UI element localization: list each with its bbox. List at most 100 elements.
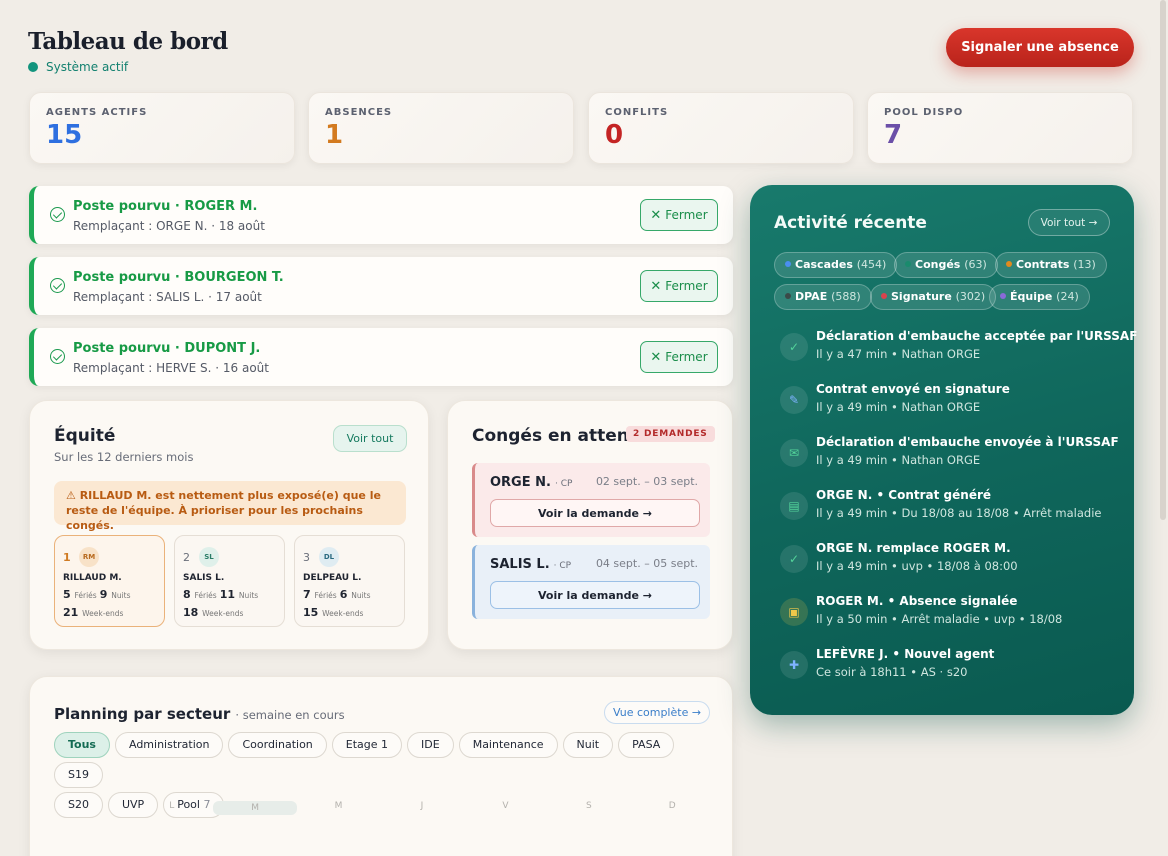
pending-leaves-card: Congés en attente 2 DEMANDES ORGE N. · CP… xyxy=(447,400,733,650)
document-icon: ▤ xyxy=(780,492,808,520)
agent-rank: 1 xyxy=(63,551,71,564)
sector-chip-tous[interactable]: Tous xyxy=(54,732,110,758)
activity-item[interactable]: ✓ Déclaration d'embauche acceptée par l'… xyxy=(780,329,1137,369)
equity-agent-card[interactable]: 2 SL SALIS L. 8 Fériés 11 Nuits 18 Week-en… xyxy=(174,535,285,627)
agent-stats-line1: 7 Fériés 6 Nuits xyxy=(303,588,396,601)
equity-subtitle: Sur les 12 derniers mois xyxy=(54,450,194,464)
agent-stats-line2: 18 Week-ends xyxy=(183,606,276,619)
avatar: RM xyxy=(79,546,99,567)
sector-chip-etage-1[interactable]: Etage 1 xyxy=(331,732,403,758)
sector-chip-nuit[interactable]: Nuit xyxy=(562,732,614,758)
kpi-label: CONFLITS xyxy=(605,107,669,118)
equity-agent-card[interactable]: 3 DL DELPEAU L. 7 Fériés 6 Nuits 15 Week-e… xyxy=(294,535,405,627)
filter-label: Congés xyxy=(915,258,961,271)
close-icon: ✕ xyxy=(650,278,662,294)
day-label: S xyxy=(585,801,592,811)
sector-chip-s19[interactable]: S19 xyxy=(54,762,103,788)
filter-count: (454) xyxy=(856,258,887,271)
sector-chip-ide[interactable]: IDE xyxy=(407,732,454,758)
dot-icon xyxy=(785,261,791,267)
day-label: J xyxy=(420,801,424,811)
activity-item[interactable]: ✎ Contrat envoyé en signature Il y a 49 … xyxy=(780,382,1110,422)
notification-filled-post: Poste pourvu · DUPONT J. Remplaçant : HE… xyxy=(29,328,733,386)
activity-meta: Il y a 49 min • uvp • 18/08 à 08:00 xyxy=(816,559,1018,573)
close-notification-button[interactable]: ✕ Fermer xyxy=(640,199,718,231)
kpi-value: 7 xyxy=(884,120,903,150)
filter-chip-equipe[interactable]: Équipe (24) xyxy=(989,284,1090,310)
activity-item[interactable]: ▤ ORGE N. • Contrat généré Il y a 49 min… xyxy=(780,488,1110,528)
filter-chip-contrats[interactable]: Contrats (13) xyxy=(995,252,1107,278)
warning-icon: ⚠ xyxy=(66,489,80,502)
planning-card: Planning par secteur · semaine en cours … xyxy=(29,676,733,856)
filter-chip-dpae[interactable]: DPAE (588) xyxy=(774,284,872,310)
full-view-button[interactable]: Vue complète → xyxy=(604,701,710,724)
day-label: M xyxy=(334,801,343,811)
kpi-value: 15 xyxy=(46,120,83,150)
sector-chip-pasa[interactable]: PASA xyxy=(618,732,675,758)
view-request-button[interactable]: Voir la demande → xyxy=(490,499,700,527)
stat-feries: 8 xyxy=(183,587,191,601)
filter-chip-signature[interactable]: Signature (302) xyxy=(870,284,997,310)
day-label: V xyxy=(502,801,509,811)
close-label: Fermer xyxy=(665,350,708,364)
filter-chip-cascades[interactable]: Cascades (454) xyxy=(774,252,898,278)
leave-name-text: SALIS L. xyxy=(490,557,550,572)
view-request-button[interactable]: Voir la demande → xyxy=(490,581,700,609)
report-absence-button[interactable]: Signaler une absence xyxy=(946,28,1134,67)
stat-nuits: 11 xyxy=(219,587,236,601)
day-label: L xyxy=(169,801,175,811)
kpi-label: ABSENCES xyxy=(325,107,393,118)
agent-stats-line2: 21 Week-ends xyxy=(63,606,156,619)
close-notification-button[interactable]: ✕ Fermer xyxy=(640,341,718,373)
agent-stats-line1: 5 Fériés 9 Nuits xyxy=(63,588,156,601)
equity-warning: ⚠ RILLAUD M. est nettement plus exposé(e… xyxy=(54,481,406,532)
agent-name: DELPEAU L. xyxy=(303,572,362,583)
activity-main: Déclaration d'embauche envoyée à l'URSSA… xyxy=(816,435,1119,449)
day-label: D xyxy=(668,801,676,811)
warning-text: RILLAUD M. est nettement plus exposé(e) … xyxy=(66,489,381,532)
kpi-value: 1 xyxy=(325,120,344,150)
notification-subtitle: Remplaçant : SALIS L. · 17 août xyxy=(73,290,262,304)
agent-name: SALIS L. xyxy=(183,572,225,583)
activity-main: ORGE N. remplace ROGER M. xyxy=(816,541,1011,555)
page-scrollbar[interactable] xyxy=(1160,0,1166,520)
sector-chip-administration[interactable]: Administration xyxy=(114,732,224,758)
stat-weekends: 18 xyxy=(183,605,199,619)
leave-agent-name: ORGE N. · CP xyxy=(490,475,572,490)
activity-item[interactable]: ✓ ORGE N. remplace ROGER M. Il y a 49 mi… xyxy=(780,541,1110,581)
sector-chip-coordination[interactable]: Coordination xyxy=(228,732,327,758)
agent-rank: 2 xyxy=(183,551,190,564)
activity-item[interactable]: ✉ Déclaration d'embauche envoyée à l'URS… xyxy=(780,435,1119,475)
activity-see-all-button[interactable]: Voir tout → xyxy=(1028,209,1110,236)
kpi-label: POOL DISPO xyxy=(884,107,964,118)
dot-icon xyxy=(785,293,791,299)
filter-chip-conges[interactable]: Congés (63) xyxy=(894,252,998,278)
notification-subtitle: Remplaçant : ORGE N. · 18 août xyxy=(73,219,265,233)
alert-badge-icon: ▣ xyxy=(780,598,808,626)
notification-title: Poste pourvu · BOURGEON T. xyxy=(73,270,284,285)
leave-type: · CP xyxy=(553,561,572,571)
equity-agent-card[interactable]: 1 RM RILLAUD M. 5 Fériés 9 Nuits 21 Week-e… xyxy=(54,535,165,627)
stat-label: Fériés xyxy=(314,590,337,600)
close-notification-button[interactable]: ✕ Fermer xyxy=(640,270,718,302)
equity-see-all-button[interactable]: Voir tout xyxy=(333,425,407,452)
stat-label: Nuits xyxy=(238,590,259,600)
kpi-pool: POOL DISPO 7 xyxy=(867,92,1133,164)
filter-count: (13) xyxy=(1073,258,1096,271)
notification-title: Poste pourvu · ROGER M. xyxy=(73,199,258,214)
stat-nuits: 6 xyxy=(339,587,348,601)
status-dot-icon xyxy=(28,62,38,72)
dot-icon xyxy=(1000,293,1006,299)
dot-icon xyxy=(905,261,911,267)
dot-icon xyxy=(1006,261,1012,267)
activity-title: Activité récente xyxy=(774,213,927,233)
filter-count: (588) xyxy=(831,290,861,303)
filter-count: (302) xyxy=(955,290,986,303)
system-status-label: Système actif xyxy=(46,60,129,74)
activity-item[interactable]: ▣ ROGER M. • Absence signalée Il y a 50 … xyxy=(780,594,1110,634)
agent-stats-line2: 15 Week-ends xyxy=(303,606,396,619)
activity-item[interactable]: ✚ LEFÈVRE J. • Nouvel agent Ce soir à 18… xyxy=(780,647,1110,687)
sector-chip-s20[interactable]: S20 xyxy=(54,792,103,818)
close-icon: ✕ xyxy=(650,207,662,223)
sector-chip-maintenance[interactable]: Maintenance xyxy=(458,732,558,758)
